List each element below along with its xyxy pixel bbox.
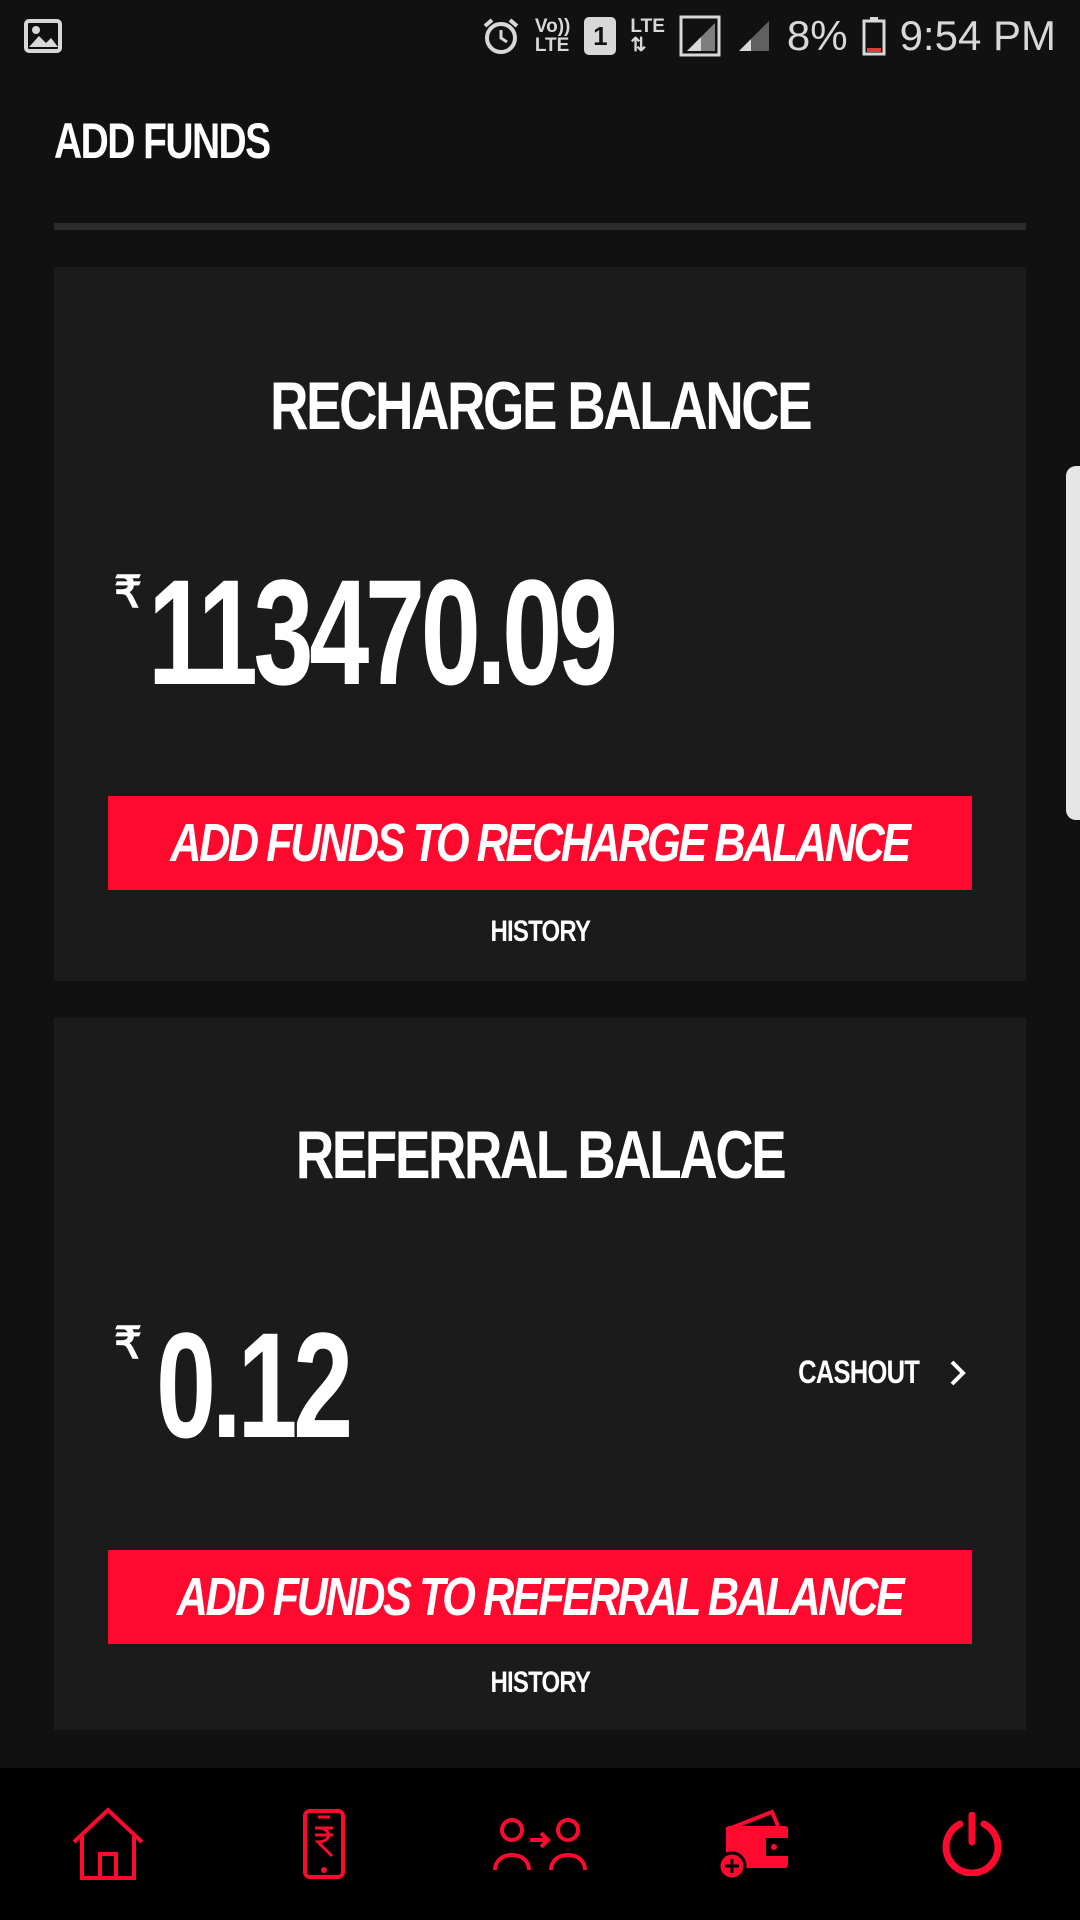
alarm-icon: [483, 18, 519, 54]
sim-badge: 1: [584, 17, 617, 55]
add-funds-recharge-button[interactable]: ADD FUNDS TO RECHARGE BALANCE: [108, 796, 972, 890]
page-title: ADD FUNDS: [54, 113, 271, 169]
recharge-balance-title: RECHARGE BALANCE: [54, 367, 1026, 445]
volte-top-label: Vo)): [534, 16, 571, 37]
nav-home[interactable]: [48, 1784, 168, 1904]
add-funds-recharge-button-label: ADD FUNDS TO RECHARGE BALANCE: [170, 813, 912, 873]
volte-indicator: Vo)) LTE: [535, 17, 571, 55]
clock: 9:54 PM: [899, 12, 1056, 59]
status-bar: Vo)) LTE 1 LTE ⇅ 8% 9:54 PM: [0, 0, 1080, 72]
recharge-history-label: HISTORY: [490, 915, 591, 948]
power-icon: [942, 1812, 1002, 1876]
referral-history-link[interactable]: HISTORY: [54, 1666, 1026, 1700]
add-funds-referral-button[interactable]: ADD FUNDS TO REFERRAL BALANCE: [108, 1550, 972, 1644]
volte-bottom-label: LTE: [534, 35, 570, 56]
referral-balance-amount: 0.12: [156, 1301, 353, 1469]
home-icon: [72, 1807, 144, 1880]
scroll-handle[interactable]: [1066, 466, 1080, 820]
recharge-currency-symbol: ₹: [114, 568, 142, 617]
nav-add-wallet[interactable]: [696, 1784, 816, 1904]
mobile-recharge-icon: [303, 1809, 345, 1879]
nav-mobile-recharge[interactable]: [264, 1784, 384, 1904]
cashout-link[interactable]: CASHOUT: [783, 1354, 968, 1391]
recharge-history-link[interactable]: HISTORY: [54, 915, 1026, 949]
referral-balance-card: REFERRAL BALACE ₹ 0.12 CASHOUT ADD FUNDS…: [54, 1018, 1026, 1730]
referral-currency-symbol: ₹: [114, 1319, 142, 1368]
nav-transfer[interactable]: [480, 1784, 600, 1904]
bottom-nav: [0, 1768, 1080, 1920]
header-divider: [54, 223, 1026, 230]
signal-secondary-icon: [738, 21, 769, 51]
battery-percentage: 8%: [786, 12, 848, 59]
chevron-right-icon: [950, 1360, 966, 1385]
lte-indicator: LTE ⇅: [630, 17, 664, 55]
cashout-label: CASHOUT: [797, 1354, 920, 1390]
lte-label: LTE: [630, 16, 665, 37]
battery-icon: [862, 17, 886, 56]
signal-icon: [679, 15, 721, 57]
referral-history-label: HISTORY: [490, 1666, 591, 1699]
referral-balance-title: REFERRAL BALACE: [54, 1116, 1026, 1194]
add-funds-referral-button-label: ADD FUNDS TO REFERRAL BALANCE: [177, 1567, 905, 1627]
referral-balance-title-text: REFERRAL BALACE: [295, 1117, 787, 1193]
transfer-users-icon: [493, 1818, 587, 1871]
recharge-balance-title-text: RECHARGE BALANCE: [269, 368, 812, 444]
recharge-balance-card: RECHARGE BALANCE ₹ 113470.09 ADD FUNDS T…: [54, 267, 1026, 981]
recharge-balance-amount: 113470.09: [148, 548, 618, 716]
gallery-icon: [24, 19, 62, 53]
data-arrows-icon: ⇅: [630, 35, 647, 56]
nav-logout[interactable]: [912, 1784, 1032, 1904]
add-wallet-icon: [718, 1809, 788, 1880]
